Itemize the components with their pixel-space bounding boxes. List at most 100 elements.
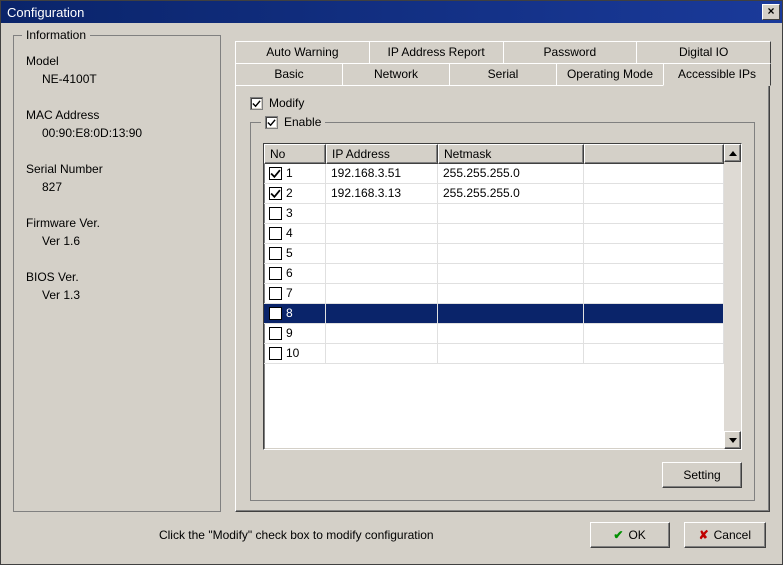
vertical-scrollbar[interactable] — [724, 144, 741, 449]
enable-checkbox[interactable] — [265, 116, 278, 129]
cell-blank — [584, 164, 724, 183]
cell-no: 4 — [264, 224, 326, 243]
cell-no: 2 — [264, 184, 326, 203]
tab-auto-warning[interactable]: Auto Warning — [235, 41, 370, 63]
row-number: 10 — [286, 345, 299, 362]
scroll-down-icon[interactable] — [724, 431, 741, 449]
ip-table-body: 1 192.168.3.51255.255.255.02192.168.3.132… — [264, 164, 724, 449]
cell-no: 1 — [264, 164, 326, 183]
cell-mask — [438, 344, 584, 363]
cancel-label: Cancel — [714, 528, 751, 542]
information-legend: Information — [22, 28, 90, 42]
table-row[interactable]: 6 — [264, 264, 724, 284]
table-row[interactable]: 1 192.168.3.51255.255.255.0 — [264, 164, 724, 184]
model-value: NE-4100T — [26, 72, 208, 86]
row-number: 1 — [286, 165, 293, 182]
row-checkbox[interactable] — [269, 207, 282, 220]
tab-serial[interactable]: Serial — [449, 63, 557, 85]
modify-row: Modify — [250, 96, 755, 110]
client-area: Information Model NE-4100T MAC Address 0… — [1, 23, 782, 564]
tab-accessible-ips[interactable]: Accessible IPs — [663, 63, 771, 86]
row-number: 4 — [286, 225, 293, 242]
cell-no: 3 — [264, 204, 326, 223]
enable-legend: Enable — [261, 115, 325, 129]
ok-label: OK — [628, 528, 645, 542]
cell-ip — [326, 324, 438, 343]
row-checkbox[interactable] — [269, 227, 282, 240]
top-area: Information Model NE-4100T MAC Address 0… — [13, 35, 770, 512]
row-checkbox[interactable] — [269, 247, 282, 260]
table-row[interactable]: 8 — [264, 304, 724, 324]
cell-mask: 255.255.255.0 — [438, 184, 584, 203]
configuration-window: Configuration × Information Model NE-410… — [0, 0, 783, 565]
cell-no: 8 — [264, 304, 326, 323]
cell-blank — [584, 324, 724, 343]
cell-mask — [438, 204, 584, 223]
cancel-button[interactable]: ✘ Cancel — [684, 522, 766, 548]
cell-no: 7 — [264, 284, 326, 303]
row-number: 7 — [286, 285, 293, 302]
table-row[interactable]: 9 — [264, 324, 724, 344]
footer-hint: Click the "Modify" check box to modify c… — [17, 528, 576, 542]
firmware-value: Ver 1.6 — [26, 234, 208, 248]
cell-ip — [326, 304, 438, 323]
row-checkbox[interactable] — [269, 347, 282, 360]
ip-table-header: No IP Address Netmask — [264, 144, 724, 164]
cell-mask — [438, 264, 584, 283]
row-number: 2 — [286, 185, 293, 202]
row-checkbox[interactable] — [269, 187, 282, 200]
table-row[interactable]: 7 — [264, 284, 724, 304]
info-mac: MAC Address 00:90:E8:0D:13:90 — [26, 108, 208, 140]
table-row[interactable]: 4 — [264, 224, 724, 244]
cell-blank — [584, 284, 724, 303]
tab-ip-address-report[interactable]: IP Address Report — [369, 41, 504, 63]
cell-blank — [584, 244, 724, 263]
cell-mask: 255.255.255.0 — [438, 164, 584, 183]
info-serial: Serial Number 827 — [26, 162, 208, 194]
enable-label: Enable — [284, 115, 321, 129]
cell-no: 5 — [264, 244, 326, 263]
setting-button[interactable]: Setting — [662, 462, 742, 488]
modify-checkbox[interactable] — [250, 97, 263, 110]
cell-blank — [584, 304, 724, 323]
tab-operating-mode[interactable]: Operating Mode — [556, 63, 664, 85]
cell-mask — [438, 244, 584, 263]
table-row[interactable]: 10 — [264, 344, 724, 364]
cell-ip — [326, 284, 438, 303]
mac-value: 00:90:E8:0D:13:90 — [26, 126, 208, 140]
scroll-up-icon[interactable] — [724, 144, 741, 162]
row-checkbox[interactable] — [269, 167, 282, 180]
tab-network[interactable]: Network — [342, 63, 450, 85]
footer-bar: Click the "Modify" check box to modify c… — [13, 512, 770, 552]
tab-headers: Auto WarningIP Address ReportPasswordDig… — [235, 41, 770, 85]
setting-button-label: Setting — [683, 468, 720, 482]
tab-panel-accessible-ips: Modify Enable No IP Address — [235, 85, 770, 512]
table-row[interactable]: 3 — [264, 204, 724, 224]
row-number: 3 — [286, 205, 293, 222]
bios-value: Ver 1.3 — [26, 288, 208, 302]
info-model: Model NE-4100T — [26, 54, 208, 86]
tab-digital-io[interactable]: Digital IO — [636, 41, 771, 63]
table-row[interactable]: 2192.168.3.13255.255.255.0 — [264, 184, 724, 204]
row-checkbox[interactable] — [269, 267, 282, 280]
row-checkbox[interactable] — [269, 307, 282, 320]
enable-group: Enable No IP Address Netmask 1192.1 — [250, 122, 755, 501]
col-header-no[interactable]: No — [264, 144, 326, 164]
check-icon: ✔ — [613, 528, 623, 542]
tab-password[interactable]: Password — [503, 41, 638, 63]
col-header-mask[interactable]: Netmask — [438, 144, 584, 164]
cell-ip — [326, 244, 438, 263]
tab-basic[interactable]: Basic — [235, 63, 343, 85]
close-icon[interactable]: × — [762, 4, 780, 20]
table-row[interactable]: 5 — [264, 244, 724, 264]
row-checkbox[interactable] — [269, 287, 282, 300]
cell-ip — [326, 264, 438, 283]
cell-no: 6 — [264, 264, 326, 283]
row-checkbox[interactable] — [269, 327, 282, 340]
scroll-track[interactable] — [724, 162, 741, 431]
row-number: 5 — [286, 245, 293, 262]
cell-ip: 192.168.3.51 — [326, 164, 438, 183]
cell-ip — [326, 224, 438, 243]
col-header-ip[interactable]: IP Address — [326, 144, 438, 164]
ok-button[interactable]: ✔ OK — [590, 522, 670, 548]
